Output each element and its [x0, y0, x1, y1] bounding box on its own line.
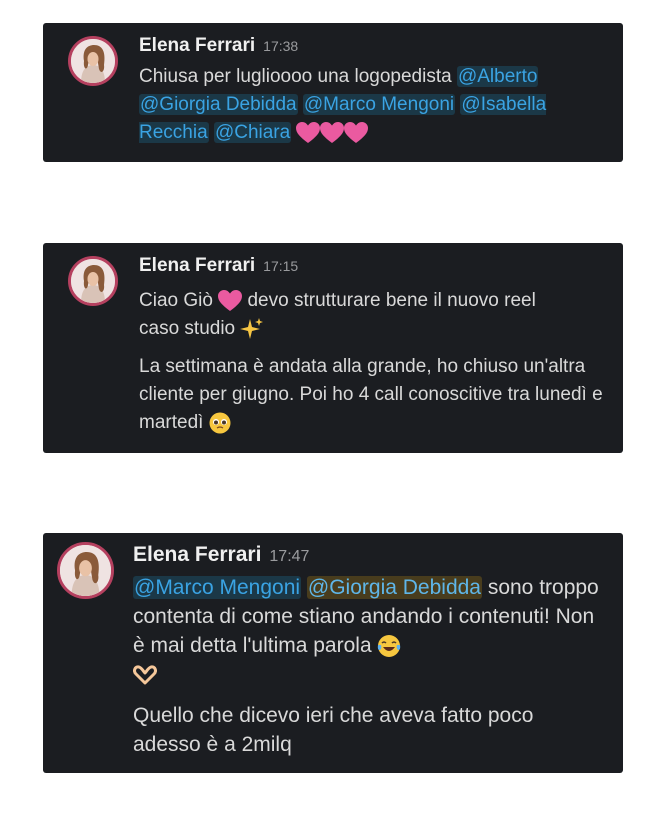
author-label: Elena Ferrari — [133, 543, 262, 566]
pink-heart-icon — [218, 289, 243, 312]
avatar-photo — [71, 39, 115, 83]
avatar-photo — [60, 545, 111, 596]
mention-chiara[interactable]: @Chiara — [213, 122, 292, 143]
message-text: Ciao Giò — [139, 290, 219, 311]
mention-giorgia-debidda[interactable]: @Giorgia Debidda — [306, 576, 482, 599]
author-label: Elena Ferrari — [139, 35, 256, 56]
author-label: Elena Ferrari — [139, 255, 256, 276]
message-body: @Marco Mengoni @Giorgia Debidda sono tro… — [133, 573, 603, 759]
mention-marco-mengoni[interactable]: @Marco Mengoni — [302, 94, 456, 115]
message-text: Quello che dicevo ieri che aveva fatto p… — [133, 704, 534, 756]
heart-hands-icon — [133, 665, 157, 685]
message-text: devo strutturare bene il nuovo reel — [242, 290, 536, 311]
avatar[interactable] — [68, 256, 118, 306]
pink-heart-icon — [320, 121, 345, 144]
author-name[interactable]: Elena Ferrari 17:38 — [139, 35, 298, 57]
message-body: Ciao Giò devo strutturare bene il nuovo … — [139, 287, 609, 437]
author-name[interactable]: Elena Ferrari 17:47 — [133, 543, 309, 567]
pink-heart-icon — [296, 121, 321, 144]
message-text: caso studio — [139, 318, 241, 339]
avatar[interactable] — [68, 36, 118, 86]
tears-of-joy-icon — [377, 634, 401, 658]
message-card-2: Elena Ferrari 17:15 Ciao Giò devo struttu… — [43, 243, 623, 453]
avatar-photo — [71, 259, 115, 303]
avatar[interactable] — [57, 542, 114, 599]
message-card-1: Elena Ferrari 17:38 Chiusa per luglioooo … — [43, 23, 623, 162]
author-name[interactable]: Elena Ferrari 17:15 — [139, 255, 298, 277]
timestamp[interactable]: 17:47 — [269, 548, 309, 565]
message-card-3: Elena Ferrari 17:47 @Marco Mengoni @Giorg… — [43, 533, 623, 773]
mention-marco-mengoni[interactable]: @Marco Mengoni — [133, 576, 302, 599]
sparkles-icon — [240, 317, 264, 341]
message-body: Chiusa per luglioooo una logopedista @Al… — [139, 63, 609, 147]
timestamp[interactable]: 17:38 — [263, 38, 298, 54]
timestamp[interactable]: 17:15 — [263, 258, 298, 274]
pleading-face-icon — [209, 412, 231, 434]
mention-alberto[interactable]: @Alberto — [456, 66, 539, 87]
message-text: Chiusa per luglioooo una logopedista — [139, 66, 457, 87]
pink-heart-icon — [344, 121, 369, 144]
mention-giorgia-debidda[interactable]: @Giorgia Debidda — [139, 94, 298, 115]
